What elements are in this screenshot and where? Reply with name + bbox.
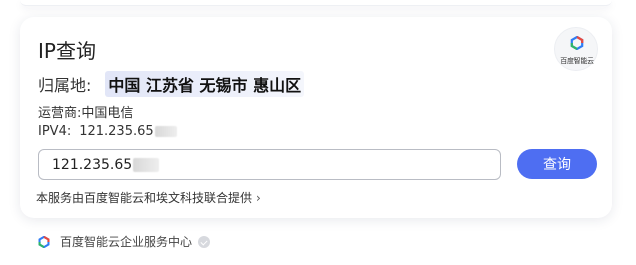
card-title: IP查询 [38, 39, 96, 63]
ipv4-value: 121.235.65 [79, 124, 154, 139]
provider-link[interactable]: 本服务由百度智能云和埃文科技联合提供 › [36, 189, 261, 206]
carrier-label: 运营商: [38, 106, 82, 121]
baidu-cloud-small-icon [38, 235, 50, 248]
location-label: 归属地: [38, 76, 92, 95]
search-button[interactable]: 查询 [517, 149, 597, 179]
carrier-row: 运营商: 中国电信 [38, 102, 133, 121]
previous-result-edge [20, 0, 612, 6]
ip-lookup-card: IP查询 百度智能云 归属地: 中国 江苏省 无锡市 惠山区 运营商: 中国电信… [20, 17, 612, 218]
provider-link-text[interactable]: 本服务由百度智能云和埃文科技联合提供 [36, 189, 252, 206]
carrier-value: 中国电信 [81, 106, 134, 121]
service-source-row[interactable]: 百度智能云企业服务中心 [38, 233, 211, 250]
location-value: 中国 江苏省 无锡市 惠山区 [105, 71, 305, 97]
logo-mark-icon [570, 36, 584, 50]
chevron-right-icon: › [256, 190, 261, 205]
redacted-ip-segment [154, 126, 177, 137]
verified-badge-icon [198, 235, 211, 248]
redacted-input-segment [133, 157, 160, 172]
ip-input-value[interactable]: 121.235.65 [52, 157, 132, 173]
ipv4-row: IPV4: 121.235.65 [38, 124, 177, 139]
logo-text: 百度智能云 [560, 57, 594, 65]
ip-search-input[interactable]: 121.235.65 [38, 149, 501, 180]
service-name[interactable]: 百度智能云企业服务中心 [60, 233, 192, 250]
location-row: 归属地: 中国 江苏省 无锡市 惠山区 [38, 71, 305, 97]
ipv4-label: IPV4: [38, 124, 72, 139]
baidu-cloud-logo-icon[interactable]: 百度智能云 [554, 27, 598, 71]
